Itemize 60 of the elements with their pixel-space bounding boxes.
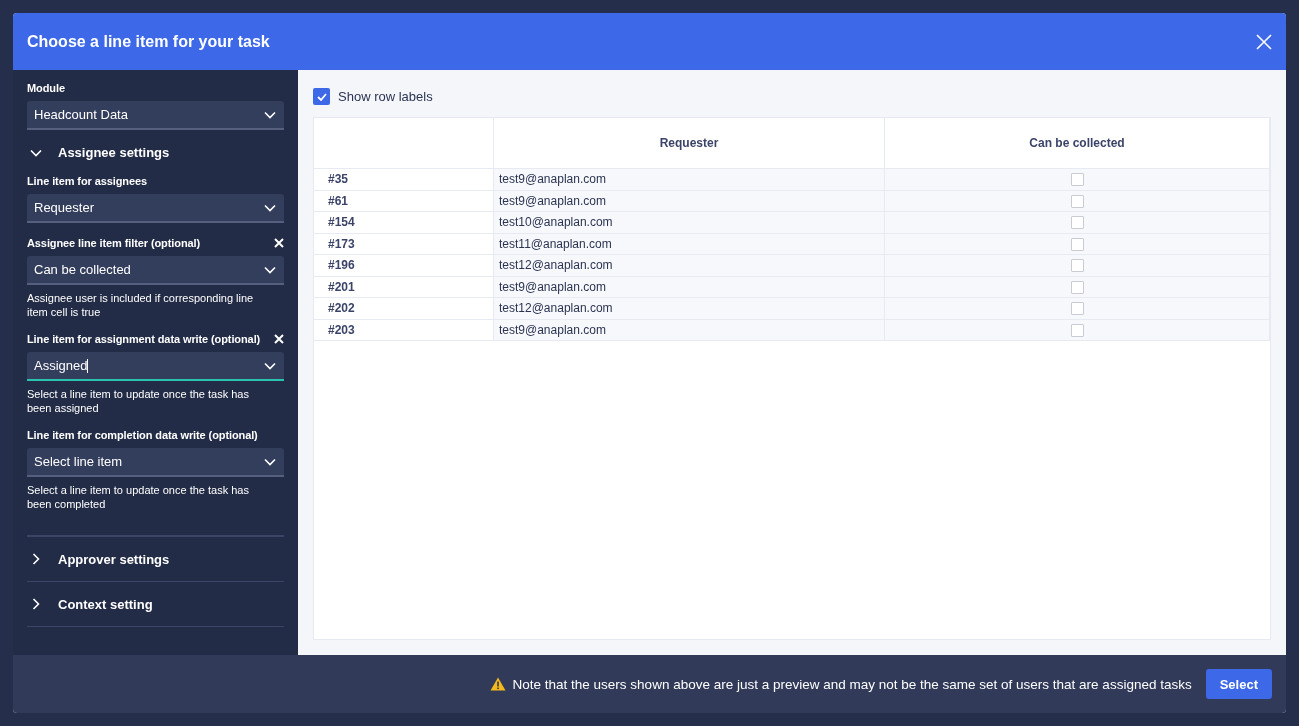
row-label: #35 [314,168,494,190]
column-header: Requester [493,118,885,169]
table-cell: test11@anaplan.com [493,233,885,255]
field-label: Line item for assignees [27,175,147,187]
column-header: Can be collected [884,118,1270,169]
close-button[interactable] [1256,33,1272,50]
checkbox[interactable] [1070,173,1084,187]
table-cell: test9@anaplan.com [493,168,885,190]
field-label: Line item for completion data write (optional) [27,429,258,441]
row-label: #203 [314,319,494,341]
checkbox[interactable] [1070,323,1084,337]
checkmark-icon [316,92,327,101]
checkbox[interactable] [1070,216,1084,230]
help-text: Select a line item to update once the task has been assigned [27,387,250,415]
chevron-down-icon [264,457,276,466]
dialog-title: Choose a line item for your task [27,32,270,51]
table-cell: test9@anaplan.com [493,276,885,298]
row-label: #196 [314,254,494,276]
line-item-select[interactable]: Can be collected [27,256,284,285]
table-cell: test10@anaplan.com [493,211,885,233]
row-label: #61 [314,190,494,212]
row-label: #173 [314,233,494,255]
line-item-select[interactable]: Assigned [27,352,284,381]
field-label: Line item for assignment data write (optional) [27,333,261,345]
warning-icon [489,677,506,691]
field-label: Module [27,82,66,94]
table-cell: test12@anaplan.com [493,297,885,319]
checkbox[interactable] [1070,302,1084,316]
line-item-select[interactable]: Requester [27,194,284,223]
checkbox[interactable] [1070,194,1084,208]
row-label: #202 [314,297,494,319]
chevron-down-icon [264,203,276,212]
module-select[interactable]: Headcount Data [27,101,284,130]
clear-icon[interactable] [274,238,284,248]
help-text: Select a line item to update once the task has been completed [27,483,250,511]
chevron-right-icon [30,553,42,565]
table-cell: test12@anaplan.com [493,254,885,276]
note-text: Note that the users shown above are just a preview and may not be the same set of users that are assigned tasks [512,676,1192,692]
checkbox[interactable] [313,88,330,105]
close-icon [1256,33,1272,50]
field-label: Assignee line item filter (optional) [27,237,201,249]
table-cell: test9@anaplan.com [493,319,885,341]
section-header[interactable]: Approver settings [27,537,284,581]
chevron-down-icon [264,110,276,119]
section-header[interactable]: Assignee settings [27,136,284,169]
chevron-down-icon [264,265,276,274]
select-button[interactable]: Select [1205,669,1272,699]
chevron-down-icon [264,361,276,370]
checkbox-label: Show row labels [338,89,433,104]
clear-icon[interactable] [274,334,284,344]
section-header[interactable]: Context setting [27,582,284,626]
checkbox[interactable] [1070,280,1084,294]
help-text: Assignee user is included if corresponding line item cell is true [27,291,255,319]
row-label: #154 [314,211,494,233]
checkbox[interactable] [1070,259,1084,273]
row-label: #201 [314,276,494,298]
table-cell: test9@anaplan.com [493,190,885,212]
checkbox[interactable] [1070,237,1084,251]
chevron-right-icon [30,598,42,610]
line-item-select[interactable]: Select line item [27,448,284,477]
